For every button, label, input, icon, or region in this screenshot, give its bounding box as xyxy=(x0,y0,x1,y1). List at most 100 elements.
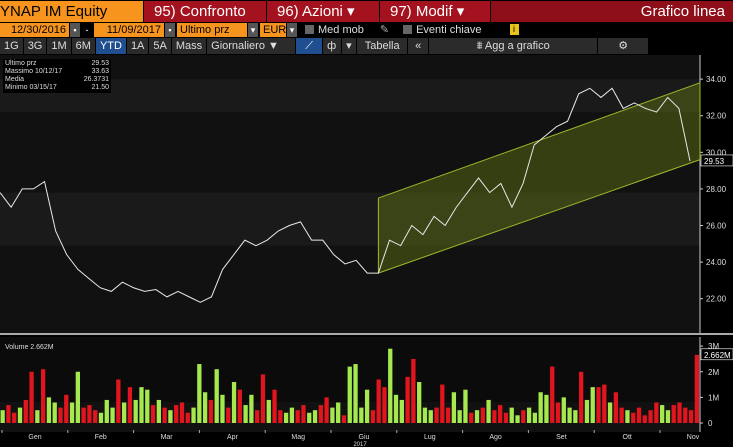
currency-select[interactable]: EUR xyxy=(260,22,286,37)
info-icon[interactable]: i xyxy=(509,24,519,35)
volume-bar xyxy=(150,405,156,423)
volume-bar xyxy=(573,410,578,423)
x-tick-label: Ott xyxy=(623,434,632,441)
moving-avg-checkbox[interactable] xyxy=(305,25,314,34)
chart-type-label: Grafico linea xyxy=(491,0,733,22)
volume-bar xyxy=(399,399,404,423)
volume-bar xyxy=(162,407,167,423)
y-tick-label: 32.00 xyxy=(706,112,727,121)
volume-chart[interactable]: 01M2M3M2.662M xyxy=(0,337,733,432)
pencil-icon[interactable]: ✎ xyxy=(380,23,389,36)
volume-bar xyxy=(87,405,92,423)
volume-bar xyxy=(98,412,104,423)
modify-button[interactable]: 97) Modif ▾ xyxy=(380,0,490,22)
toolbar: 1G 3G 1M 6M YTD 1A 5A Mass Giornaliero ▼… xyxy=(0,37,733,54)
legend-max-label: Massimo 10/12/17 xyxy=(5,68,63,75)
controls-bar: 12/30/2016 ▪ - 11/09/2017 ▪ Ultimo prz ▾… xyxy=(0,22,733,37)
table-button[interactable]: Tabella xyxy=(357,37,408,54)
volume-bar xyxy=(330,407,335,423)
volume-bar xyxy=(602,384,607,423)
volume-bar xyxy=(272,389,277,423)
volume-bar xyxy=(498,405,503,423)
calendar-icon[interactable]: ▪ xyxy=(70,22,80,37)
volume-bar xyxy=(509,407,514,423)
period-1m[interactable]: 1M xyxy=(47,37,71,54)
volume-bar xyxy=(23,399,28,423)
volume-bar xyxy=(110,407,115,423)
actions-button[interactable]: 96) Azioni ▾ xyxy=(267,0,379,22)
line-chart-icon[interactable]: ⟋ xyxy=(296,37,323,54)
add-to-chart-button[interactable]: ⩩ Agg a grafico xyxy=(429,37,598,54)
volume-bar xyxy=(127,387,133,423)
candlestick-icon[interactable]: ф xyxy=(323,37,342,54)
volume-bar xyxy=(40,369,46,423)
collapse-button[interactable]: « xyxy=(408,37,429,54)
volume-bar xyxy=(17,407,23,423)
price-chart[interactable]: 22.0024.0026.0028.0030.0032.0034.0029.53 xyxy=(0,55,733,335)
volume-bar xyxy=(255,410,260,423)
compare-button[interactable]: 95) Confronto xyxy=(144,0,266,22)
y-tick-label: 28.00 xyxy=(706,185,727,194)
volume-tick-label: 0 xyxy=(708,419,713,428)
volume-bar xyxy=(104,399,109,423)
ticker-field[interactable]: YNAP IM Equity xyxy=(0,0,143,22)
start-date-input[interactable]: 12/30/2016 xyxy=(0,22,69,37)
volume-bar xyxy=(336,402,341,423)
volume-bar xyxy=(133,399,138,423)
x-tick-label: Set xyxy=(556,434,567,441)
chevron-down-icon[interactable]: ▾ xyxy=(248,22,258,37)
x-axis: Gen Feb Mar Apr Mag Giu Lug Ago Set Ott Nov 2017 xyxy=(1,430,700,447)
volume-bar xyxy=(434,407,439,423)
volume-bar xyxy=(29,371,34,423)
volume-bar xyxy=(532,412,538,423)
period-mass[interactable]: Mass xyxy=(171,37,207,54)
volume-bar xyxy=(69,402,75,423)
volume-bar xyxy=(567,407,572,423)
volume-bar xyxy=(590,387,595,423)
volume-bar xyxy=(260,374,266,423)
volume-bar xyxy=(440,384,445,423)
period-6m[interactable]: 6M xyxy=(71,37,95,54)
period-ytd[interactable]: YTD xyxy=(95,37,126,54)
field-select[interactable]: Ultimo prz xyxy=(177,22,247,37)
last-price-label: 29.53 xyxy=(704,157,725,166)
legend-avg-value: 26.3731 xyxy=(83,76,109,83)
date-separator: - xyxy=(82,22,92,37)
x-tick-label: Lug xyxy=(424,434,436,441)
volume-bar xyxy=(544,394,549,423)
settings-gear-icon[interactable]: ⚙ xyxy=(598,37,649,54)
key-events-checkbox[interactable] xyxy=(403,25,413,34)
volume-bar xyxy=(283,412,289,423)
end-date-input[interactable]: 11/09/2017 xyxy=(94,22,164,37)
x-tick-label: Mag xyxy=(291,434,305,441)
key-events-label: Eventi chiave xyxy=(416,23,482,36)
volume-bar xyxy=(278,410,283,423)
volume-bar xyxy=(243,405,248,423)
moving-avg-label: Med mob xyxy=(318,23,364,36)
frequency-select[interactable]: Giornaliero ▼ xyxy=(207,37,296,54)
volume-bar xyxy=(214,369,219,423)
volume-bar xyxy=(405,376,410,423)
period-3g[interactable]: 3G xyxy=(23,37,47,54)
chevron-down-icon[interactable]: ▾ xyxy=(342,37,357,54)
volume-bar xyxy=(579,371,584,423)
volume-bar xyxy=(347,366,352,423)
y-tick-label: 26.00 xyxy=(706,222,727,231)
volume-bar xyxy=(301,405,306,423)
volume-tick-label: 1M xyxy=(708,393,719,402)
volume-tick-label: 2M xyxy=(708,368,719,377)
volume-bar xyxy=(422,407,428,423)
x-tick-label: Nov xyxy=(687,434,700,441)
volume-bar xyxy=(607,402,613,423)
volume-bar xyxy=(677,402,682,423)
volume-bar xyxy=(451,392,457,423)
volume-bar xyxy=(179,402,185,423)
period-1a[interactable]: 1A xyxy=(126,37,149,54)
calendar-icon[interactable]: ▪ xyxy=(165,22,175,37)
volume-bar xyxy=(654,402,659,423)
volume-bar xyxy=(58,407,63,423)
period-1g[interactable]: 1G xyxy=(0,37,23,54)
chevron-down-icon[interactable]: ▾ xyxy=(287,22,297,37)
volume-bar xyxy=(312,410,318,423)
period-5a[interactable]: 5A xyxy=(149,37,171,54)
